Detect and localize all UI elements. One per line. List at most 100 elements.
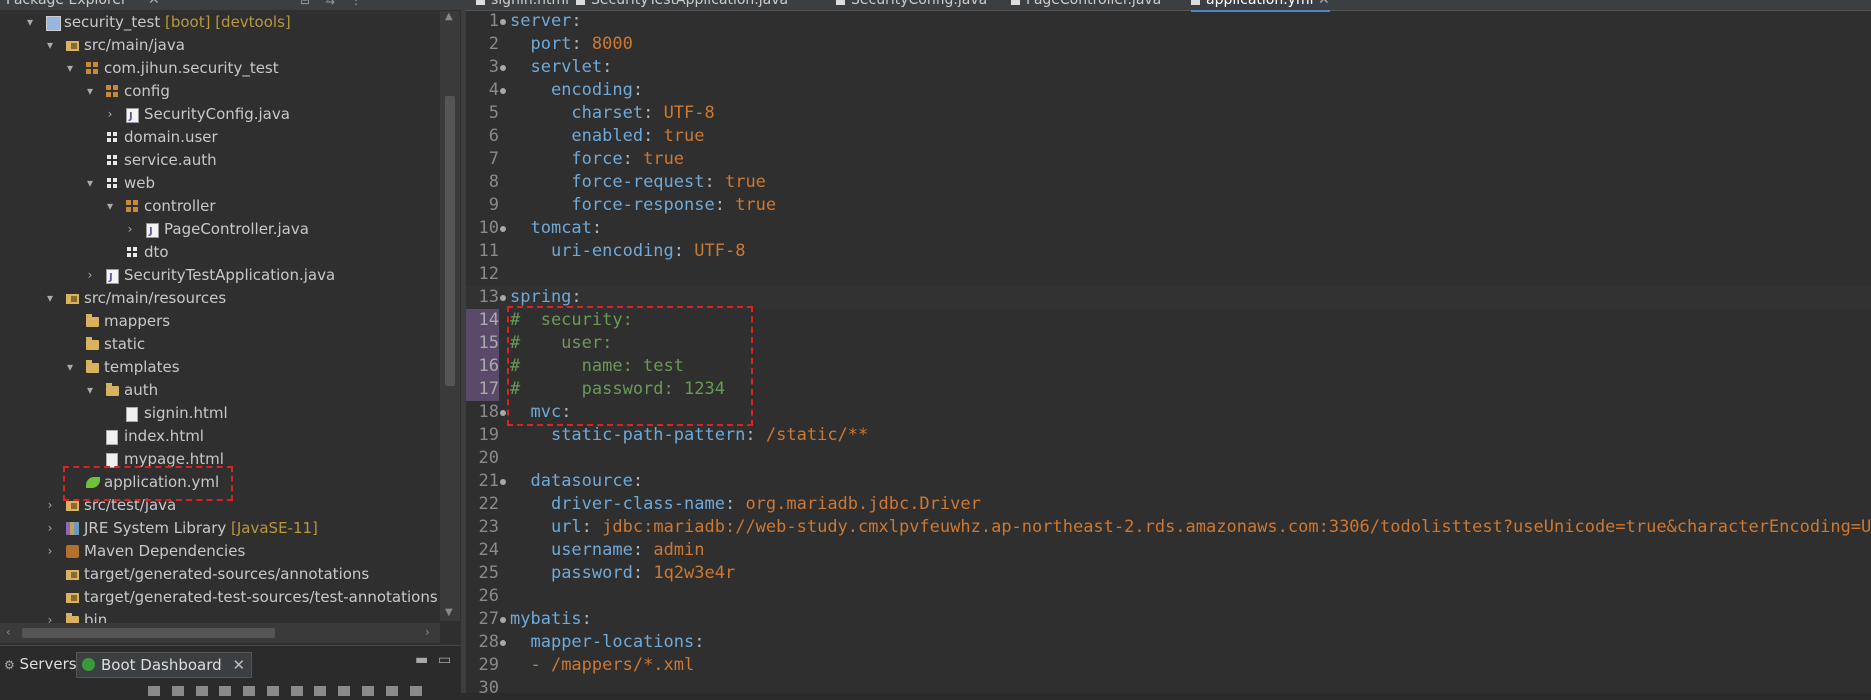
toolbar-button[interactable] (385, 686, 398, 696)
code-line[interactable]: 8 force-request: true (466, 171, 1871, 194)
code-line[interactable]: 29 - /mappers/*.xml (466, 654, 1871, 677)
code-line[interactable]: 6 enabled: true (466, 125, 1871, 148)
scroll-right-icon[interactable]: › (425, 625, 430, 639)
chevron-right-icon[interactable]: › (44, 494, 56, 517)
tree-item[interactable]: static (0, 333, 440, 356)
chevron-down-icon[interactable]: ▾ (84, 379, 96, 402)
tree-item[interactable]: target/generated-test-sources/test-annot… (0, 586, 440, 609)
fold-marker-icon[interactable] (500, 88, 506, 94)
close-icon[interactable]: ✕ (148, 0, 160, 10)
chevron-right-icon[interactable]: › (44, 517, 56, 540)
chevron-right-icon[interactable]: › (104, 103, 116, 126)
toolbar-button[interactable] (219, 686, 232, 696)
tab-boot-dashboard[interactable]: Boot Dashboard ✕ (76, 652, 253, 678)
toolbar-button[interactable] (314, 686, 327, 696)
fold-marker-icon[interactable] (500, 640, 506, 646)
tree-item[interactable]: ▾ config (0, 80, 440, 103)
tree-item[interactable]: ▾ security_test [boot] [devtools] (0, 11, 440, 34)
chevron-down-icon[interactable]: ▾ (44, 34, 56, 57)
code-line[interactable]: 20 (466, 447, 1871, 470)
code-line[interactable]: 28 mapper-locations: (466, 631, 1871, 654)
tree-item[interactable]: ▾ web (0, 172, 440, 195)
toolbar-button[interactable] (266, 686, 279, 696)
tree-item[interactable]: signin.html (0, 402, 440, 425)
tree-item[interactable]: › SecurityTestApplication.java (0, 264, 440, 289)
editor-tab[interactable]: SecurityConfig.java (836, 0, 987, 10)
fold-marker-icon[interactable] (500, 226, 506, 232)
code-line[interactable]: 3 servlet: (466, 56, 1871, 79)
code-line[interactable]: 22 driver-class-name: org.mariadb.jdbc.D… (466, 493, 1871, 516)
code-line[interactable]: 23 url: jdbc:mariadb://web-study.cmxlpvf… (466, 516, 1871, 539)
chevron-down-icon[interactable]: ▾ (64, 57, 76, 80)
tree-item[interactable]: dto (0, 241, 440, 264)
chevron-down-icon[interactable]: ▾ (104, 195, 116, 218)
code-line[interactable]: 2 port: 8000 (466, 33, 1871, 56)
code-line[interactable]: 12 (466, 263, 1871, 286)
chevron-right-icon[interactable]: › (84, 264, 96, 287)
editor-tab[interactable]: SecurityTestApplication.java (576, 0, 788, 10)
fold-marker-icon[interactable] (500, 19, 506, 25)
tree-item[interactable]: service.auth (0, 149, 440, 172)
tree-item[interactable]: ▾ src/main/java (0, 34, 440, 57)
code-line[interactable]: 21 datasource: (466, 470, 1871, 493)
toolbar-button[interactable] (338, 686, 351, 696)
editor-tab[interactable]: PageController.java (1011, 0, 1161, 10)
tree-item[interactable]: ▾ auth (0, 379, 440, 402)
close-icon[interactable]: ✕ (232, 656, 245, 674)
scroll-left-icon[interactable]: ‹ (6, 625, 11, 639)
code-line[interactable]: 30 (466, 677, 1871, 693)
tree-item[interactable]: ▾ templates (0, 356, 440, 379)
scrollbar-thumb[interactable] (445, 96, 455, 386)
fold-marker-icon[interactable] (500, 479, 506, 485)
fold-marker-icon[interactable] (500, 617, 506, 623)
toolbar-button[interactable] (171, 686, 184, 696)
scrollbar-thumb[interactable] (22, 628, 275, 638)
collapse-all-icon[interactable]: ⊟ (300, 0, 310, 10)
toolbar-button[interactable] (362, 686, 375, 696)
tree-item[interactable]: › SecurityConfig.java (0, 103, 440, 128)
code-line[interactable]: 19 static-path-pattern: /static/** (466, 424, 1871, 447)
code-line[interactable]: 26 (466, 585, 1871, 608)
toolbar-button[interactable] (195, 686, 208, 696)
code-line[interactable]: 11 uri-encoding: UTF-8 (466, 240, 1871, 263)
scroll-down-icon[interactable]: ▼ (445, 607, 453, 618)
toolbar-button[interactable] (148, 686, 160, 696)
code-line[interactable]: 25 password: 1q2w3e4r (466, 562, 1871, 585)
chevron-down-icon[interactable]: ▾ (84, 172, 96, 195)
editor-tab[interactable]: signin.html (476, 0, 569, 10)
tab-servers[interactable]: ⚙ Servers (4, 652, 77, 676)
view-menu-icon[interactable]: ⋮ (350, 0, 362, 10)
chevron-down-icon[interactable]: ▾ (84, 80, 96, 103)
tree-item[interactable]: ▾ controller (0, 195, 440, 218)
tree-item[interactable]: › JRE System Library [JavaSE-11] (0, 517, 440, 540)
toolbar-button[interactable] (290, 686, 303, 696)
code-line[interactable]: 5 charset: UTF-8 (466, 102, 1871, 125)
chevron-down-icon[interactable]: ▾ (24, 11, 36, 34)
package-explorer-tab[interactable]: Package Explorer ✕ ⊟ ⇆ ⋮ (0, 0, 461, 10)
fold-marker-icon[interactable] (500, 65, 506, 71)
chevron-down-icon[interactable]: ▾ (64, 356, 76, 379)
code-line[interactable]: 1 server: (466, 10, 1871, 33)
chevron-down-icon[interactable]: ▾ (44, 287, 56, 310)
code-line[interactable]: 7 force: true (466, 148, 1871, 171)
toolbar-button[interactable] (409, 686, 422, 696)
tree-item[interactable]: domain.user (0, 126, 440, 149)
fold-marker-icon[interactable] (500, 410, 506, 416)
tree-item[interactable]: ▾ com.jihun.security_test (0, 57, 440, 80)
scroll-up-icon[interactable]: ▲ (445, 11, 453, 22)
tree-item[interactable]: › Maven Dependencies (0, 540, 440, 563)
code-line[interactable]: 27 mybatis: (466, 608, 1871, 631)
code-line[interactable]: 4 encoding: (466, 79, 1871, 102)
code-line[interactable]: 9 force-response: true (466, 194, 1871, 217)
close-icon[interactable]: ✕ (1314, 0, 1330, 8)
code-line[interactable]: 24 username: admin (466, 539, 1871, 562)
minimize-icon[interactable]: ▬ (415, 652, 428, 668)
horizontal-scrollbar[interactable]: ‹ › (0, 623, 440, 643)
link-editor-icon[interactable]: ⇆ (325, 0, 335, 10)
maximize-icon[interactable]: ▭ (438, 652, 451, 668)
chevron-right-icon[interactable]: › (124, 218, 136, 241)
tree-item[interactable]: target/generated-sources/annotations (0, 563, 440, 586)
vertical-scrollbar[interactable]: ▲ ▼ (440, 11, 460, 621)
fold-marker-icon[interactable] (500, 295, 506, 301)
tree-item[interactable]: index.html (0, 425, 440, 448)
